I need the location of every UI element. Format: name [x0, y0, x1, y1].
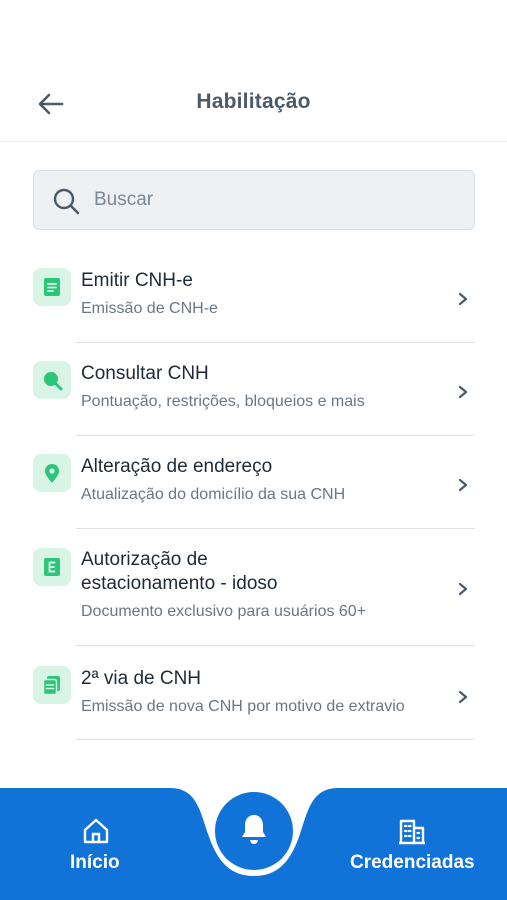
item-icon-badge — [33, 454, 71, 492]
divider — [76, 342, 475, 343]
nav-partners-button[interactable]: Credenciadas — [345, 812, 480, 878]
notifications-button[interactable] — [215, 792, 293, 870]
item-subtitle: Documento exclusivo para usuários 60+ — [81, 603, 367, 620]
item-title: 2ª via de CNH — [81, 668, 202, 689]
item-subtitle: Atualização do domicílio da sua CNH — [81, 486, 346, 503]
home-icon — [83, 818, 109, 844]
divider — [76, 528, 475, 529]
item-title-line-2: estacionamento - idoso — [81, 573, 278, 594]
item-subtitle: Emissão de nova CNH por motivo de extrav… — [81, 698, 405, 715]
item-title: Alteração de endereço — [81, 456, 273, 477]
search-bar[interactable] — [33, 170, 475, 230]
item-title-line-1: Autorização de — [81, 549, 208, 570]
chevron-right-icon — [458, 690, 468, 704]
top-bar: Habilitação — [0, 0, 507, 142]
item-icon-badge — [33, 268, 71, 306]
building-icon — [399, 819, 425, 845]
item-icon-badge — [33, 361, 71, 399]
item-icon-badge — [33, 548, 71, 586]
divider — [76, 645, 475, 646]
item-title: Consultar CNH — [81, 363, 209, 384]
item-subtitle: Emissão de CNH-e — [81, 300, 218, 317]
search-icon — [53, 188, 80, 215]
chevron-right-icon — [458, 385, 468, 399]
nav-home-button[interactable]: Início — [60, 812, 132, 878]
document-icon — [44, 278, 60, 296]
list-item-segunda-via-cnh[interactable]: 2ª via de CNH Emissão de nova CNH por mo… — [33, 664, 475, 742]
chevron-right-icon — [458, 292, 468, 306]
item-icon-badge — [33, 666, 71, 704]
copy-document-icon — [42, 676, 60, 696]
list-item-consultar-cnh[interactable]: Consultar CNH Pontuação, restrições, blo… — [33, 359, 475, 437]
letter-e-icon — [44, 558, 60, 576]
item-subtitle: Pontuação, restrições, bloqueios e mais — [81, 393, 365, 410]
nav-partners-label: Credenciadas — [350, 852, 475, 873]
nav-home-label: Início — [70, 852, 120, 873]
list-item-emitir-cnh[interactable]: Emitir CNH-e Emissão de CNH-e — [33, 266, 475, 344]
chevron-right-icon — [458, 582, 468, 596]
divider — [76, 435, 475, 436]
divider — [76, 739, 475, 740]
list-item-alteracao-endereco[interactable]: Alteração de endereço Atualização do dom… — [33, 452, 475, 530]
chevron-right-icon — [458, 478, 468, 492]
list-item-autorizacao-estacionamento[interactable]: Autorização de estacionamento - idoso Do… — [33, 546, 475, 648]
page-title: Habilitação — [196, 90, 311, 113]
search-icon — [44, 372, 63, 391]
search-input[interactable] — [94, 171, 464, 229]
item-title: Emitir CNH-e — [81, 270, 193, 291]
bell-icon — [242, 815, 266, 844]
location-pin-icon — [45, 464, 59, 483]
